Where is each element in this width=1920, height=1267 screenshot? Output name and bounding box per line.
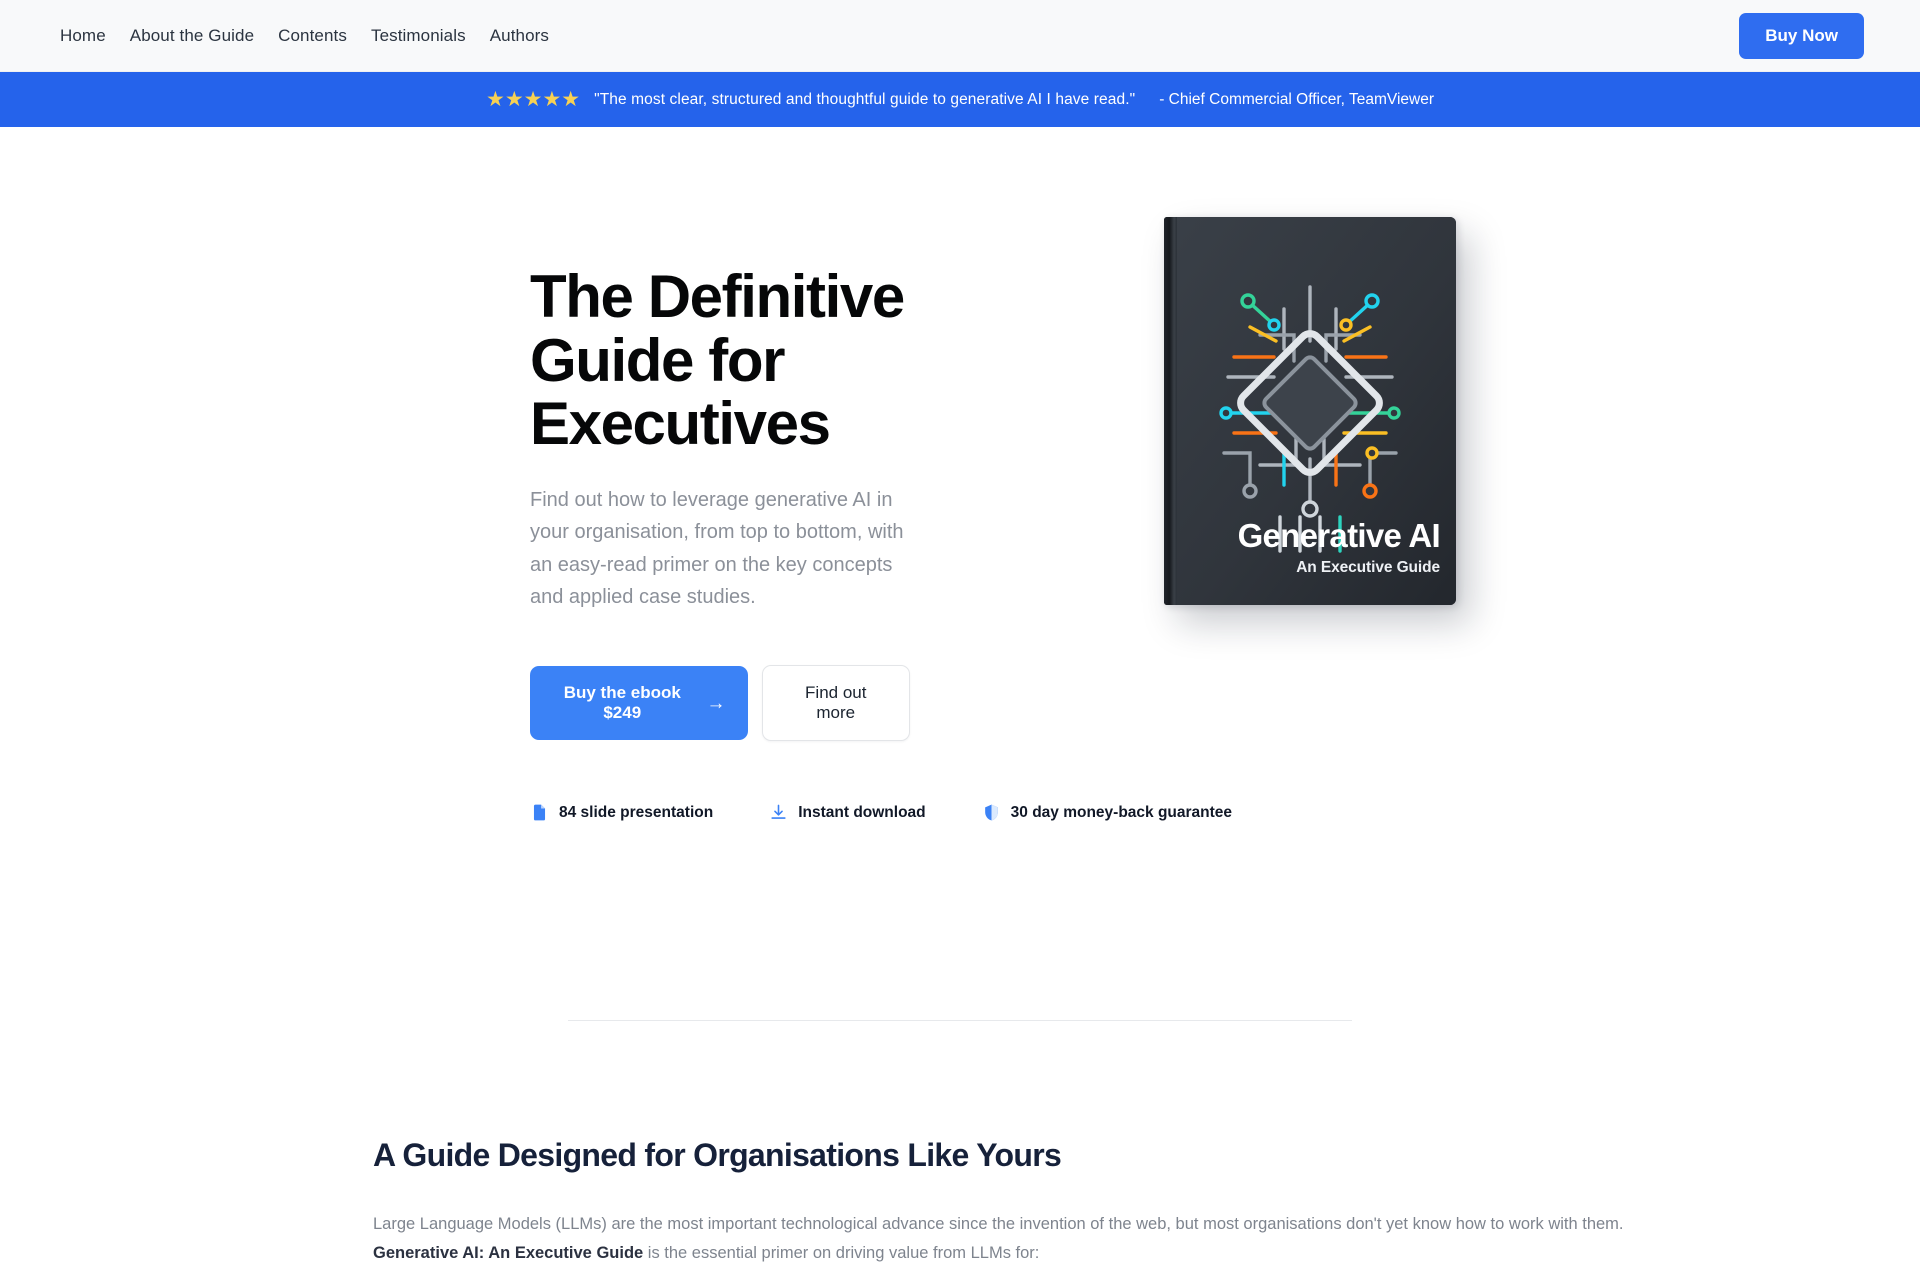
hero-feature-list: 84 slide presentation Instant download 3…: [530, 803, 1232, 822]
hero-cta-group: Buy the ebook $249 → Find out more: [530, 665, 910, 742]
book-title-block: Generative AI An Executive Guide: [1200, 517, 1441, 577]
book-subtitle: An Executive Guide: [1296, 559, 1440, 576]
shield-icon: [984, 804, 998, 821]
feature-slide-presentation: 84 slide presentation: [530, 803, 713, 822]
section-body-part1: Large Language Models (LLMs) are the mos…: [373, 1215, 1624, 1234]
review-author: - Chief Commercial Officer, TeamViewer: [1159, 90, 1434, 108]
section-title: A Guide Designed for Organisations Like …: [373, 1137, 1062, 1174]
nav-item-authors[interactable]: Authors: [490, 26, 549, 46]
feature-money-back-guarantee-label: 30 day money-back guarantee: [1010, 803, 1233, 821]
page-title: The Definitive Guide for Executives: [530, 263, 905, 458]
nav-item-about-the-guide[interactable]: About the Guide: [130, 26, 254, 46]
find-out-more-button[interactable]: Find out more: [761, 665, 910, 742]
star-rating-icon: ★★★★★: [486, 88, 581, 111]
nav-item-contents[interactable]: Contents: [278, 26, 347, 46]
review-banner: ★★★★★ "The most clear, structured and th…: [0, 72, 1920, 127]
section-body: Large Language Models (LLMs) are the mos…: [373, 1210, 1663, 1267]
feature-money-back-guarantee: 30 day money-back guarantee: [982, 803, 1232, 822]
file-presentation-icon: [533, 804, 546, 821]
nav-item-testimonials[interactable]: Testimonials: [371, 26, 466, 46]
section-body-part2: is the essential primer on driving value…: [643, 1243, 1040, 1262]
buy-now-button[interactable]: Buy Now: [1739, 12, 1864, 59]
hero-book-area: Generative AI An Executive Guide: [910, 217, 1710, 605]
feature-instant-download-label: Instant download: [798, 803, 926, 821]
book-spine: [1164, 217, 1177, 605]
nav-links: Home About the Guide Contents Testimonia…: [60, 26, 549, 46]
book-title: Generative AI: [1237, 517, 1441, 554]
hero-content: The Definitive Guide for Executives Find…: [210, 217, 1232, 822]
feature-slide-presentation-label: 84 slide presentation: [559, 803, 714, 821]
main-navigation: Home About the Guide Contents Testimonia…: [0, 0, 1920, 72]
download-icon: [771, 804, 786, 820]
hero-subtitle: Find out how to leverage generative AI i…: [530, 488, 904, 608]
arrow-right-icon: →: [706, 692, 726, 714]
review-quote: "The most clear, structured and thoughtf…: [594, 90, 1136, 108]
hero-section: The Definitive Guide for Executives Find…: [210, 127, 1710, 822]
feature-instant-download: Instant download: [769, 803, 926, 822]
book-cover: Generative AI An Executive Guide: [1164, 217, 1456, 605]
nav-item-home[interactable]: Home: [60, 26, 106, 46]
buy-ebook-button[interactable]: Buy the ebook $249 →: [530, 666, 748, 741]
section-body-emphasis: Generative AI: An Executive Guide: [373, 1243, 644, 1262]
buy-ebook-label: Buy the ebook $249: [563, 683, 681, 723]
organisations-section: A Guide Designed for Organisations Like …: [250, 1021, 1670, 1267]
